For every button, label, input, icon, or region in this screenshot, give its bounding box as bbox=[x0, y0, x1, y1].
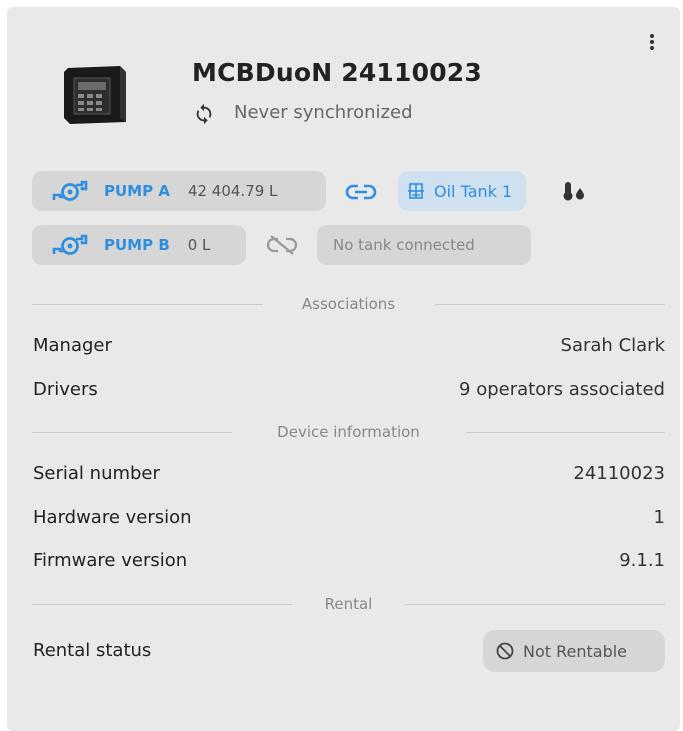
rental-heading: Rental bbox=[324, 595, 373, 613]
hardware-version-value: 1 bbox=[653, 507, 665, 528]
associations-divider: Associations bbox=[32, 295, 665, 313]
manager-label: Manager bbox=[33, 335, 112, 356]
drivers-value: 9 operators associated bbox=[459, 379, 665, 400]
link-icon[interactable] bbox=[345, 182, 377, 202]
device-information-heading: Device information bbox=[277, 423, 420, 441]
more-options-icon[interactable] bbox=[646, 34, 658, 54]
firmware-version-value: 9.1.1 bbox=[619, 550, 665, 571]
drivers-label: Drivers bbox=[33, 379, 98, 400]
pump-a-label: PUMP A bbox=[104, 182, 170, 200]
pump-b-label: PUMP B bbox=[104, 236, 170, 254]
pump-a-chip[interactable]: PUMP A 42 404.79 L bbox=[32, 171, 326, 211]
oil-tank-1-label: Oil Tank 1 bbox=[434, 181, 513, 201]
serial-number-label: Serial number bbox=[33, 463, 160, 484]
temperature-drop-icon bbox=[563, 182, 584, 201]
tank-icon bbox=[408, 183, 424, 199]
pump-b-value: 0 L bbox=[187, 236, 211, 254]
no-tank-chip[interactable]: No tank connected bbox=[317, 225, 531, 265]
serial-number-value: 24110023 bbox=[573, 463, 665, 484]
device-title: MCBDuoN 24110023 bbox=[192, 58, 482, 87]
unlink-icon[interactable] bbox=[266, 235, 298, 255]
no-tank-label: No tank connected bbox=[333, 236, 475, 254]
ban-icon bbox=[496, 642, 514, 660]
pump-a-value: 42 404.79 L bbox=[187, 182, 278, 200]
oil-tank-1-chip[interactable]: Oil Tank 1 bbox=[398, 171, 527, 211]
firmware-version-label: Firmware version bbox=[33, 550, 188, 571]
rental-status-value: Not Rentable bbox=[523, 641, 628, 661]
sync-icon bbox=[196, 103, 212, 125]
rental-status-label: Rental status bbox=[33, 640, 152, 661]
associations-heading: Associations bbox=[301, 295, 396, 313]
manager-value: Sarah Clark bbox=[560, 335, 665, 356]
device-image bbox=[64, 66, 126, 124]
device-information-divider: Device information bbox=[32, 423, 665, 441]
rental-divider: Rental bbox=[32, 595, 665, 613]
pump-icon bbox=[52, 234, 88, 255]
hardware-version-label: Hardware version bbox=[33, 507, 192, 528]
rental-status-chip[interactable]: Not Rentable bbox=[483, 630, 665, 672]
pump-icon bbox=[52, 180, 88, 201]
pump-b-chip[interactable]: PUMP B 0 L bbox=[32, 225, 246, 265]
sync-status: Never synchronized bbox=[234, 102, 413, 123]
